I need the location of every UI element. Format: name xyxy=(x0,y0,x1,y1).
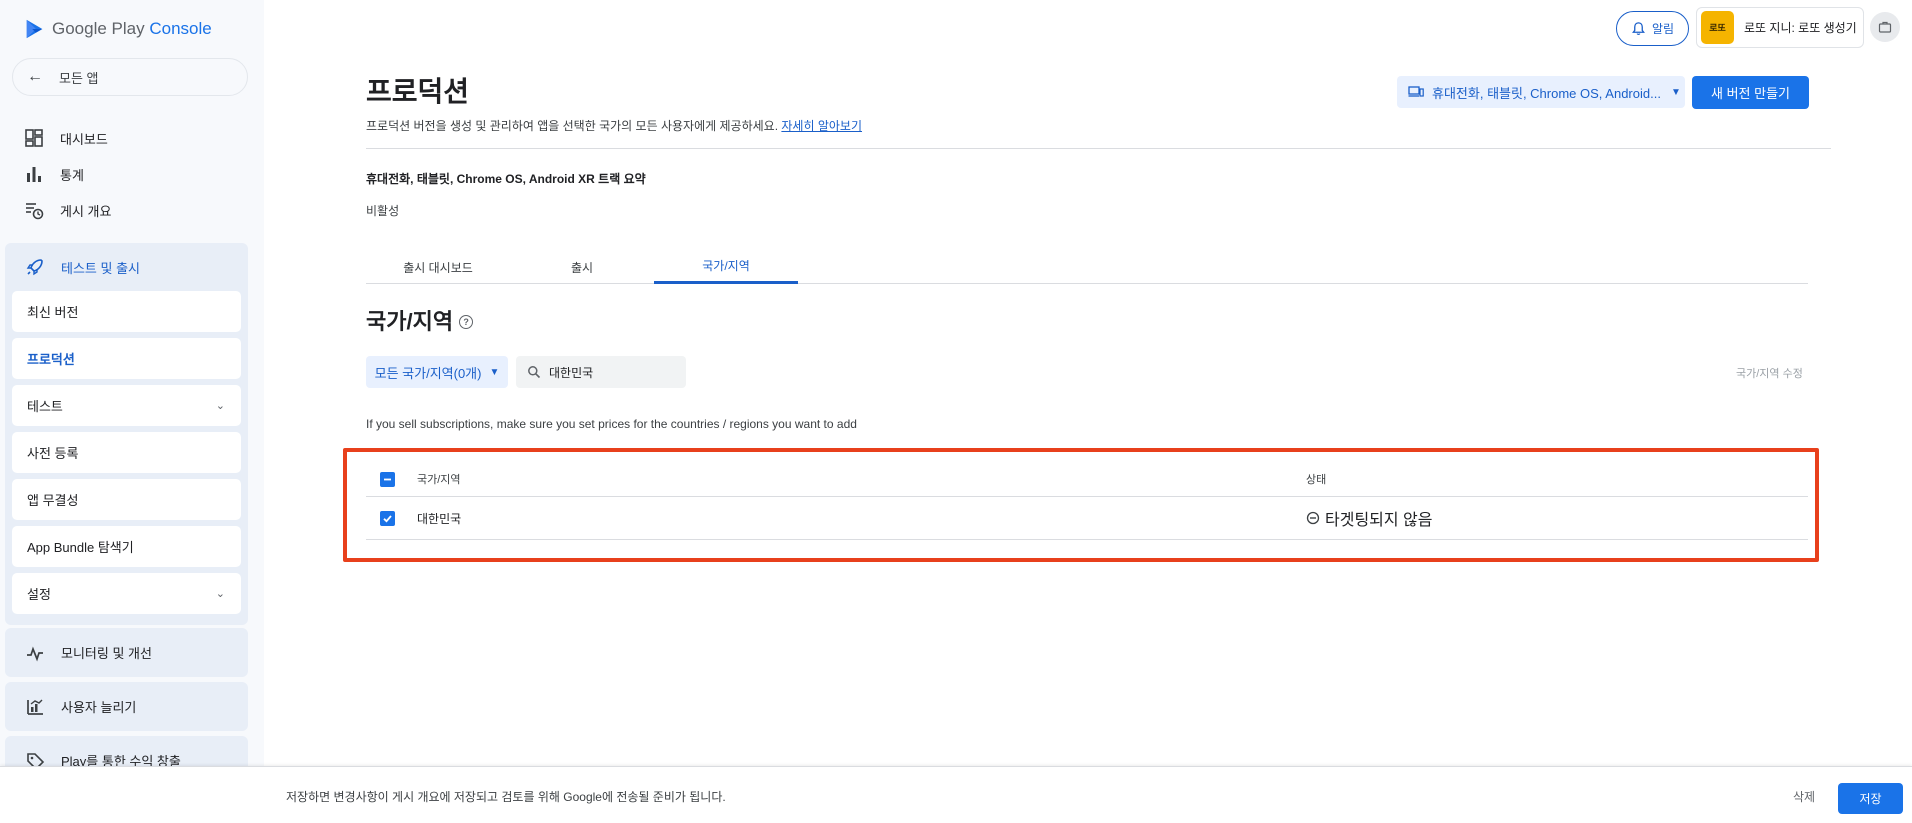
devices-icon xyxy=(1408,86,1424,97)
sidebar-item-publishing-overview[interactable]: 게시 개요 xyxy=(24,198,111,222)
sub-item-label: 최신 버전 xyxy=(27,305,79,320)
brand-logo[interactable]: Google Play Console xyxy=(24,16,212,42)
countries-table: 국가/지역 상태 대한민국 타겟팅되지 않음 xyxy=(366,462,1808,540)
brand-console: Console xyxy=(149,19,212,38)
sidebar-item-test-release[interactable]: 테스트 및 출시 xyxy=(5,243,248,291)
app-name: 로또 지니: 로또 생성기 xyxy=(1744,21,1857,35)
discard-button[interactable]: 삭제 xyxy=(1793,788,1815,805)
select-all-checkbox[interactable] xyxy=(380,471,395,487)
not-targeted-icon xyxy=(1306,511,1320,525)
sidebar-section-label: 테스트 및 출시 xyxy=(61,260,140,276)
country-status-text: 타겟팅되지 않음 xyxy=(1325,512,1433,529)
bell-icon xyxy=(1631,22,1645,35)
sidebar-item-testing[interactable]: 테스트 ⌄ xyxy=(12,385,241,426)
create-new-release-button[interactable]: 새 버전 만들기 xyxy=(1692,76,1809,109)
bar-chart-icon xyxy=(27,167,41,182)
sidebar-item-latest-versions[interactable]: 최신 버전 xyxy=(12,291,241,332)
country-filter-dropdown[interactable]: 모든 국가/지역(0개) ▼ xyxy=(366,356,508,388)
country-filter-label: 모든 국가/지역(0개) xyxy=(374,365,482,381)
sidebar-item-label: 통계 xyxy=(60,167,84,183)
page-title: 프로덕션 xyxy=(366,76,470,107)
column-header-status[interactable]: 상태 xyxy=(1306,471,1326,487)
track-summary-title: 휴대전화, 태블릿, Chrome OS, Android XR 트랙 요약 xyxy=(366,172,646,186)
sidebar-item-statistics[interactable]: 통계 xyxy=(24,162,84,186)
all-apps-back-button[interactable]: ← 모든 앱 xyxy=(12,58,248,96)
grow-users-icon xyxy=(27,699,43,715)
sidebar-item-app-bundle-explorer[interactable]: App Bundle 탐색기 xyxy=(12,526,241,567)
countries-section-title: 국가/지역 ? xyxy=(366,304,474,336)
save-button[interactable]: 저장 xyxy=(1838,783,1903,814)
edit-countries-button[interactable]: 국가/지역 수정 xyxy=(1736,365,1803,381)
check-icon xyxy=(383,514,392,523)
google-play-logo-icon xyxy=(26,19,43,39)
sidebar-item-production[interactable]: 프로덕션 xyxy=(12,338,241,379)
briefcase-icon xyxy=(1878,21,1892,33)
sub-item-label: 사전 등록 xyxy=(27,446,79,461)
save-bar: 저장하면 변경사항이 게시 개요에 저장되고 검토를 위해 Google에 전송… xyxy=(0,766,1912,823)
notifications-button[interactable]: 알림 xyxy=(1616,11,1689,46)
dropdown-caret-icon: ▼ xyxy=(1670,86,1681,98)
chevron-down-icon: ⌄ xyxy=(215,588,225,600)
subscription-note: If you sell subscriptions, make sure you… xyxy=(366,417,857,431)
countries-title-text: 국가/지역 xyxy=(366,309,454,334)
account-button[interactable] xyxy=(1870,12,1900,42)
brand-google-play: Google Play xyxy=(52,19,145,38)
country-search xyxy=(516,356,686,388)
page-description-text: 프로덕션 버전을 생성 및 관리하여 앱을 선택한 국가의 모든 사용자에게 제… xyxy=(366,119,779,133)
rocket-icon xyxy=(26,259,43,276)
tab-release-dashboard[interactable]: 출시 대시보드 xyxy=(366,250,510,284)
sidebar: Google Play Console ← 모든 앱 대시보드 통계 게시 개요… xyxy=(0,0,264,823)
country-search-input[interactable] xyxy=(549,365,679,379)
sidebar-section-test-release: 테스트 및 출시 최신 버전 프로덕션 테스트 ⌄ 사전 등록 앱 무결성 Ap… xyxy=(5,243,248,625)
divider xyxy=(366,148,1831,149)
learn-more-link[interactable]: 자세히 알아보기 xyxy=(781,119,862,133)
help-icon[interactable]: ? xyxy=(459,315,474,329)
indeterminate-icon xyxy=(384,478,391,480)
country-status: 타겟팅되지 않음 xyxy=(1306,506,1433,530)
sidebar-item-grow-users[interactable]: 사용자 늘리기 xyxy=(5,682,248,731)
dashboard-icon xyxy=(25,129,43,147)
back-arrow-icon: ← xyxy=(27,68,43,85)
sub-item-label: 프로덕션 xyxy=(27,352,75,367)
sidebar-section-label: 모니터링 및 개선 xyxy=(61,646,152,661)
tab-bar: 출시 대시보드 출시 국가/지역 xyxy=(366,250,1808,284)
app-switcher[interactable]: 로또 로또 지니: 로또 생성기 xyxy=(1696,7,1864,48)
track-selector[interactable]: 휴대전화, 태블릿, Chrome OS, Android... ▼ xyxy=(1397,76,1685,108)
tab-releases[interactable]: 출시 xyxy=(510,250,654,284)
dropdown-caret-icon: ▼ xyxy=(489,366,500,378)
back-label: 모든 앱 xyxy=(59,70,99,86)
app-icon-text: 로또 xyxy=(1709,23,1726,33)
track-selector-label: 휴대전화, 태블릿, Chrome OS, Android... xyxy=(1432,85,1661,101)
save-bar-message: 저장하면 변경사항이 게시 개요에 저장되고 검토를 위해 Google에 전송… xyxy=(286,790,726,804)
tab-countries-regions[interactable]: 국가/지역 xyxy=(654,250,798,284)
notifications-label: 알림 xyxy=(1651,22,1675,36)
search-icon xyxy=(528,366,541,379)
sidebar-item-pre-registration[interactable]: 사전 등록 xyxy=(12,432,241,473)
sidebar-section-label: 사용자 늘리기 xyxy=(61,700,137,715)
table-row: 대한민국 타겟팅되지 않음 xyxy=(366,497,1808,540)
sub-item-label: 테스트 xyxy=(27,399,63,414)
monitoring-icon xyxy=(27,646,43,661)
sub-item-label: 설정 xyxy=(27,587,51,602)
sidebar-item-label: 게시 개요 xyxy=(60,203,112,219)
sidebar-item-label: 대시보드 xyxy=(60,131,108,147)
publishing-overview-icon xyxy=(26,203,44,220)
sidebar-item-setup[interactable]: 설정 ⌄ xyxy=(12,573,241,614)
country-name: 대한민국 xyxy=(417,511,462,526)
chevron-down-icon: ⌄ xyxy=(215,400,225,412)
column-header-country[interactable]: 국가/지역 xyxy=(417,471,461,487)
track-status: 비활성 xyxy=(366,204,400,218)
sub-item-label: 앱 무결성 xyxy=(27,493,79,508)
page-description: 프로덕션 버전을 생성 및 관리하여 앱을 선택한 국가의 모든 사용자에게 제… xyxy=(366,117,862,134)
sidebar-item-dashboard[interactable]: 대시보드 xyxy=(24,126,108,150)
sidebar-item-app-integrity[interactable]: 앱 무결성 xyxy=(12,479,241,520)
sidebar-item-monitoring[interactable]: 모니터링 및 개선 xyxy=(5,628,248,677)
sub-item-label: App Bundle 탐색기 xyxy=(27,540,134,555)
app-icon: 로또 xyxy=(1701,11,1734,44)
brand-name: Google Play Console xyxy=(52,19,212,39)
row-checkbox[interactable] xyxy=(380,510,395,526)
table-header-row: 국가/지역 상태 xyxy=(366,462,1808,497)
